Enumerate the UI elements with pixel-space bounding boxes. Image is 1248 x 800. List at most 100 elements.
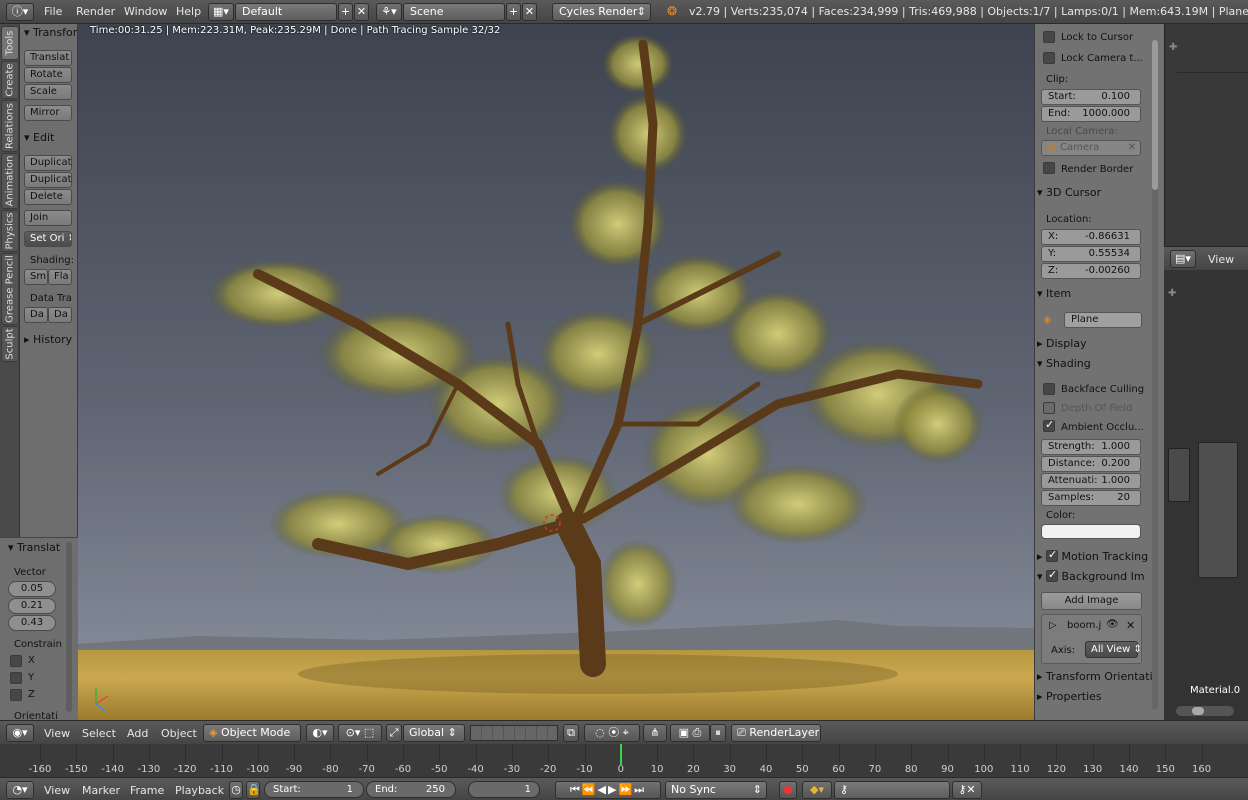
operator-panel-header[interactable]: ▾ Translat: [8, 541, 60, 554]
lock-range-icon[interactable]: 🔒: [246, 781, 261, 799]
node-editor-area[interactable]: ✚ Material.0: [1164, 270, 1248, 720]
depth-of-field-checkbox[interactable]: [1043, 402, 1055, 414]
object-mode-select[interactable]: ◈ Object Mode: [203, 724, 301, 742]
3d-cursor-panel-header[interactable]: ▾ 3D Cursor: [1037, 186, 1149, 204]
keying-icon[interactable]: ◆▾: [802, 781, 832, 799]
edit-panel-header[interactable]: ▾ Edit: [24, 131, 54, 144]
delete-layout-button[interactable]: ✕: [354, 3, 369, 21]
delete-scene-button[interactable]: ✕: [522, 3, 537, 21]
background-images-panel-header[interactable]: ▾ Background Im: [1037, 568, 1149, 586]
redo-panel-scrollbar[interactable]: [66, 542, 72, 712]
expand-image-icon[interactable]: ▷: [1049, 620, 1057, 631]
viewport-shading-icon[interactable]: ◐▾: [306, 724, 334, 742]
ao-samples-field[interactable]: Samples: 20: [1041, 490, 1141, 506]
constraint-y-checkbox[interactable]: [10, 672, 22, 684]
ao-distance-field[interactable]: Distance: 0.200: [1041, 456, 1141, 472]
cursor-y-field[interactable]: Y: 0.55534: [1041, 246, 1141, 262]
clear-camera-icon[interactable]: ✕: [1128, 141, 1136, 155]
object-name-field[interactable]: Plane: [1064, 312, 1142, 328]
screen-layout-icon[interactable]: ▦▾: [208, 3, 234, 21]
editor-type-info-icon[interactable]: ⓘ▾: [6, 3, 34, 21]
data-transfer-button[interactable]: Da: [24, 307, 48, 323]
3d-viewport[interactable]: [78, 24, 1034, 720]
node-area-split-icon[interactable]: ✚: [1168, 288, 1176, 299]
duplicate-linked-button[interactable]: Duplicat: [24, 172, 72, 188]
scene-field[interactable]: Scene: [403, 3, 505, 21]
playback-menu[interactable]: Playback: [175, 784, 224, 797]
snap-icon[interactable]: ⋔: [643, 724, 667, 742]
transform-orientation-select[interactable]: Global ⇕: [403, 724, 465, 742]
tab-create[interactable]: Create: [1, 61, 19, 99]
motion-tracking-panel-header[interactable]: ▸ Motion Tracking: [1037, 548, 1149, 566]
tab-animation[interactable]: Animation: [1, 153, 19, 209]
sync-mode-select[interactable]: No Sync ⇕: [665, 781, 767, 799]
frame-menu[interactable]: Frame: [130, 784, 164, 797]
editor-type-timeline-icon[interactable]: ◔▾: [6, 781, 34, 799]
backface-culling-checkbox[interactable]: [1043, 383, 1055, 395]
tab-tools[interactable]: Tools: [1, 26, 19, 60]
keying-set-field[interactable]: ⚷: [834, 781, 950, 799]
display-panel-header[interactable]: ▸ Display: [1037, 337, 1149, 355]
render-border-checkbox[interactable]: [1043, 162, 1055, 174]
local-camera-field[interactable]: ▣ Camera ✕: [1041, 140, 1141, 156]
rotate-button[interactable]: Rotate: [24, 67, 72, 83]
end-frame-field[interactable]: End: 250: [366, 781, 456, 798]
node-material-output[interactable]: [1198, 442, 1238, 578]
render-layer-select[interactable]: ⎚ RenderLayer: [731, 724, 821, 742]
node-view-menu[interactable]: View: [1208, 253, 1234, 266]
lock-to-cursor-checkbox[interactable]: [1043, 31, 1055, 43]
menu-file[interactable]: File: [44, 5, 62, 18]
join-button[interactable]: Join: [24, 210, 72, 226]
tab-physics[interactable]: Physics: [1, 210, 19, 252]
ao-strength-field[interactable]: Strength: 1.000: [1041, 439, 1141, 455]
history-panel-header[interactable]: ▸ History: [24, 333, 72, 346]
menu-window[interactable]: Window: [124, 5, 167, 18]
node-scrollbar[interactable]: [1176, 706, 1234, 716]
item-panel-header[interactable]: ▾ Item: [1037, 287, 1149, 305]
vector-y-field[interactable]: 0.21: [8, 598, 56, 614]
properties-panel-header[interactable]: ▸ Properties: [1037, 690, 1149, 708]
mirror-button[interactable]: Mirror: [24, 105, 72, 121]
shade-smooth-button[interactable]: Sm: [24, 269, 48, 285]
menu-render[interactable]: Render: [76, 5, 115, 18]
current-frame-indicator[interactable]: [620, 744, 622, 766]
lock-layers-icon[interactable]: ⧉: [563, 724, 579, 742]
shade-flat-button[interactable]: Fla: [48, 269, 72, 285]
transform-orientations-panel-header[interactable]: ▸ Transform Orientati: [1037, 670, 1153, 688]
manipulator-icon[interactable]: ⤢: [386, 724, 402, 742]
add-image-button[interactable]: Add Image: [1041, 592, 1142, 610]
timeline-view-menu[interactable]: View: [44, 784, 70, 797]
render-engine-select[interactable]: Cycles Render ⇕: [552, 3, 651, 21]
menu-help[interactable]: Help: [176, 5, 201, 18]
scene-icon[interactable]: ⚘▾: [376, 3, 402, 21]
ao-attenuation-field[interactable]: Attenuati: 1.000: [1041, 473, 1141, 489]
select-menu[interactable]: Select: [82, 727, 116, 740]
cursor-z-field[interactable]: Z: -0.00260: [1041, 263, 1141, 279]
properties-scrollbar-thumb[interactable]: [1152, 40, 1158, 190]
insert-delete-keyframe-icons[interactable]: ⚷✕: [952, 781, 982, 799]
cursor-x-field[interactable]: X: -0.86631: [1041, 229, 1141, 245]
add-layout-button[interactable]: +: [338, 3, 353, 21]
record-icon[interactable]: ●: [779, 781, 797, 799]
set-origin-menu[interactable]: Set Ori ⇕: [24, 231, 72, 247]
clip-end-field[interactable]: End: 1000.000: [1041, 106, 1141, 122]
constraint-x-checkbox[interactable]: [10, 655, 22, 667]
motion-tracking-checkbox[interactable]: [1046, 548, 1059, 562]
marker-menu[interactable]: Marker: [82, 784, 120, 797]
object-menu[interactable]: Object: [161, 727, 197, 740]
axis-select[interactable]: All View ⇕: [1085, 641, 1142, 658]
editor-type-3dview-icon[interactable]: ◉▾: [6, 724, 34, 742]
shading-panel-header[interactable]: ▾ Shading: [1037, 357, 1149, 375]
node-left[interactable]: [1168, 448, 1190, 502]
vector-z-field[interactable]: 0.43: [8, 615, 56, 631]
tab-sculpt[interactable]: Sculpt: [1, 326, 19, 362]
ao-color-swatch[interactable]: [1041, 524, 1141, 539]
translate-button[interactable]: Translat: [24, 50, 72, 66]
ambient-occlusion-checkbox[interactable]: [1043, 418, 1055, 432]
start-frame-field[interactable]: Start: 1: [264, 781, 364, 798]
transform-panel-header[interactable]: ▾ Transfor: [24, 26, 77, 39]
node-scrollbar-thumb[interactable]: [1192, 707, 1204, 715]
preview-range-icon[interactable]: ◷: [229, 781, 243, 799]
current-frame-field[interactable]: 1: [468, 781, 540, 798]
constraint-z-checkbox[interactable]: [10, 689, 22, 701]
